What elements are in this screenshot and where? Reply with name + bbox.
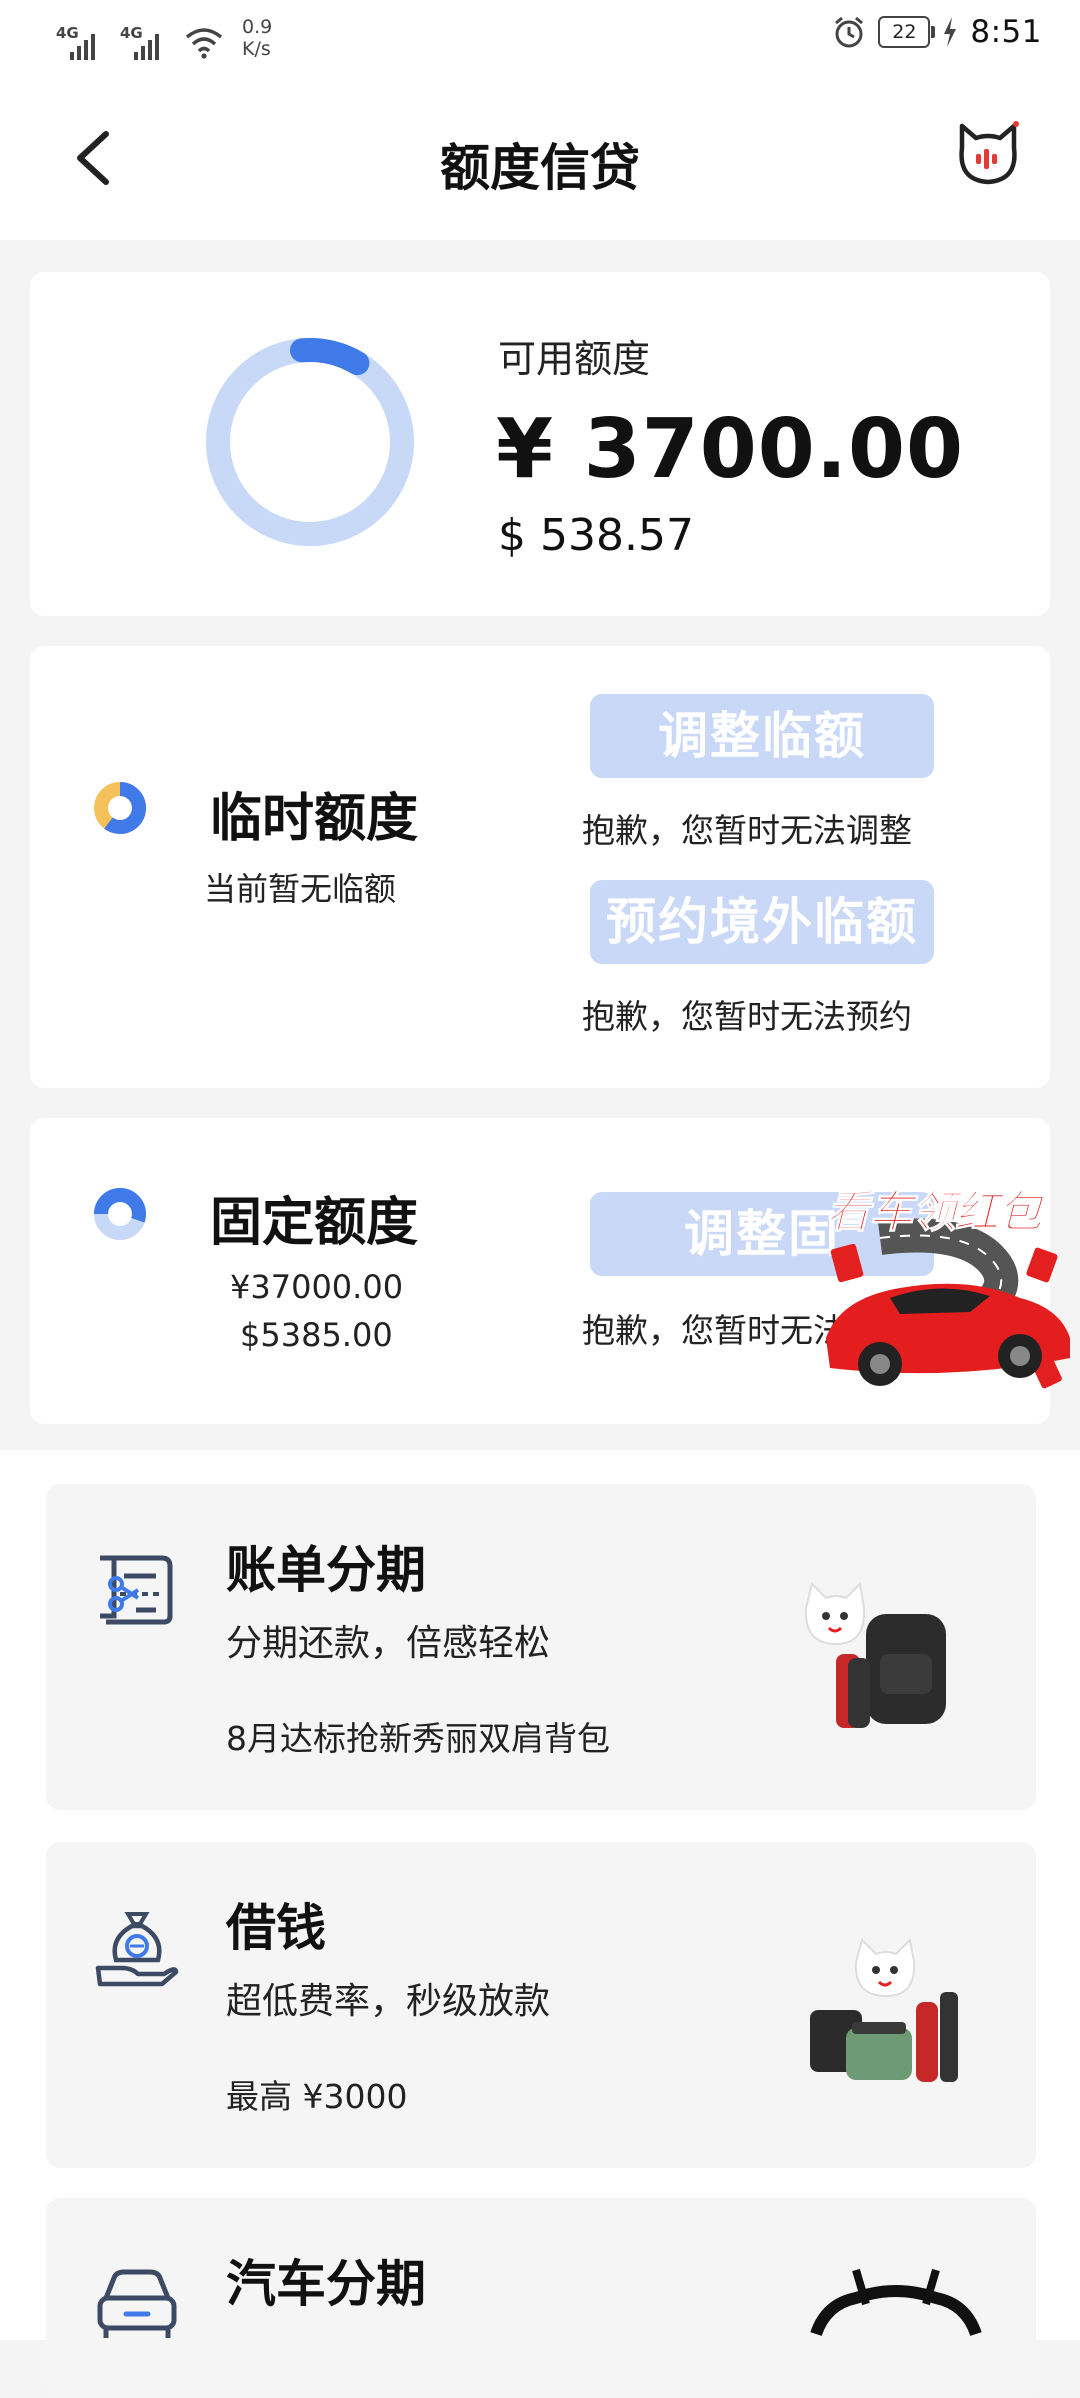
money-bag-hand-icon <box>95 1912 179 1987</box>
temporary-limit-card: 临时额度 当前暂无临额 调整临额 抱歉，您暂时无法调整 预约境外临额 抱歉，您暂… <box>30 646 1050 1088</box>
adjust-temporary-limit-button[interactable]: 调整临额 <box>590 694 934 778</box>
adjust-fixed-note: 抱歉，您暂时无法 <box>582 1311 846 1350</box>
bill-installment-subtitle: 分期还款，倍感轻松 <box>226 1623 551 1664</box>
page-title: 额度信贷 <box>440 139 640 197</box>
status-left: 4G 4G 0.9 K/s <box>56 16 272 60</box>
limit-usage-ring <box>206 337 414 546</box>
alarm-icon <box>835 16 864 48</box>
borrow-money-card[interactable]: 借钱 超低费率，秒级放款 最高 ¥3000 <box>46 1842 1036 2168</box>
available-limit-label: 可用额度 <box>498 337 651 381</box>
temporary-limit-subtitle: 当前暂无临额 <box>204 870 397 908</box>
charging-icon <box>944 17 957 47</box>
borrow-money-title: 借钱 <box>226 1899 326 1957</box>
battery-icon: 22 <box>878 16 936 48</box>
fixed-limit-cny: ¥37000.00 <box>230 1268 404 1306</box>
clock: 8:51 <box>970 14 1042 50</box>
fixed-limit-usd: $5385.00 <box>240 1316 393 1354</box>
car-installment-card[interactable]: 汽车分期 <box>46 2198 1036 2398</box>
fixed-limit-title: 固定额度 <box>210 1193 419 1253</box>
overseas-temporary-note: 抱歉，您暂时无法预约 <box>582 997 912 1036</box>
available-limit-usd: $ 538.57 <box>498 510 694 561</box>
bill-installment-card[interactable]: 账单分期 分期还款，倍感轻松 8月达标抢新秀丽双肩背包 <box>46 1484 1036 1810</box>
bill-installment-promo: 8月达标抢新秀丽双肩背包 <box>226 1719 610 1758</box>
available-limit-cny: ¥ 3700.00 <box>496 402 965 497</box>
available-limit-card: 可用额度 ¥ 3700.00 $ 538.57 <box>30 272 1050 616</box>
temporary-limit-donut-icon <box>94 782 146 834</box>
temporary-limit-title: 临时额度 <box>210 789 419 849</box>
speed-unit: K/s <box>242 38 271 60</box>
cat-mascot-icon[interactable] <box>952 118 1024 190</box>
borrow-money-subtitle: 超低费率，秒级放款 <box>226 1981 551 2022</box>
ad-text: 看车领红包 <box>826 1187 1043 1239</box>
status-right: 22 8:51 <box>832 14 1042 50</box>
overseas-temporary-limit-button[interactable]: 预约境外临额 <box>590 880 934 964</box>
speed-value: 0.9 <box>242 16 273 38</box>
network-speed: 0.9 K/s <box>242 16 272 60</box>
appliances-and-mascot-icon <box>810 1937 958 2082</box>
wifi-icon <box>185 28 223 59</box>
car-gullwing-icon <box>810 2268 982 2337</box>
backpack-and-mascot-icon <box>804 1581 946 1728</box>
car-icon <box>97 2269 177 2338</box>
fixed-limit-donut-icon <box>94 1188 146 1240</box>
adjust-temporary-note: 抱歉，您暂时无法调整 <box>582 811 912 850</box>
app-header: 额度信贷 <box>0 78 1080 240</box>
bill-scissors-icon <box>100 1555 173 1625</box>
signal-icon: 4G <box>120 24 166 60</box>
bill-installment-title: 账单分期 <box>226 1541 426 1599</box>
battery-level: 22 <box>892 21 917 43</box>
car-red-packet-ad[interactable]: 看车领红包 <box>820 1168 1080 1408</box>
status-bar: 4G 4G 0.9 K/s 22 8:51 <box>0 0 1080 78</box>
borrow-money-promo: 最高 ¥3000 <box>226 2077 408 2116</box>
car-installment-title: 汽车分期 <box>226 2255 426 2313</box>
signal-icon: 4G <box>56 24 102 60</box>
